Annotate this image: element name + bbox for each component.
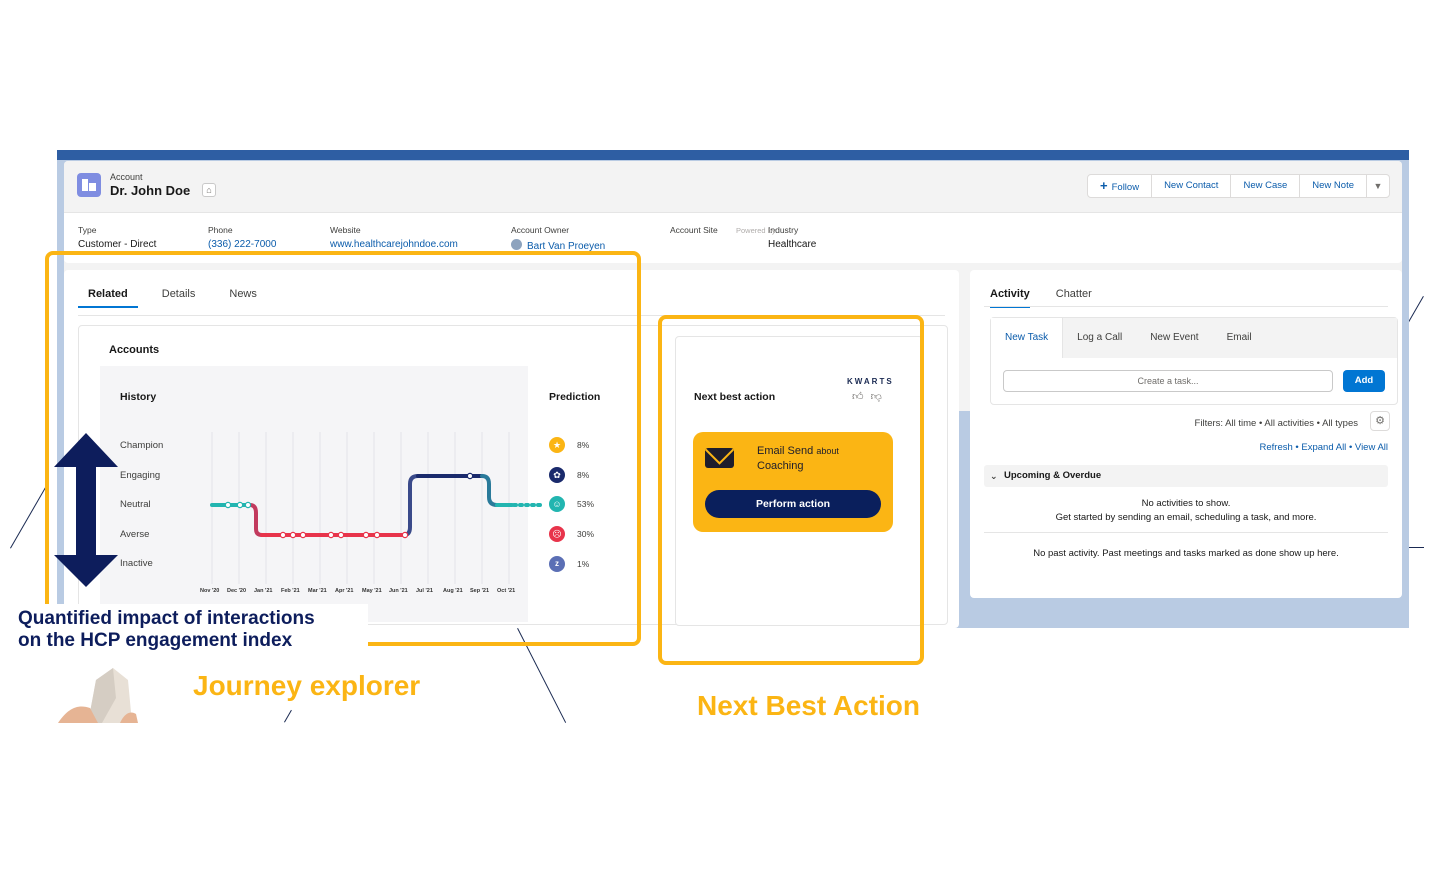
slide: Account Dr. John Doe ⌂ + Follow New Conta… bbox=[0, 0, 1432, 893]
next-best-action-label: Next Best Action bbox=[697, 690, 921, 721]
crystal-hand-image bbox=[58, 668, 138, 723]
quantified-impact-callout: Quantified impact of interactions on the… bbox=[12, 604, 368, 656]
journey-explorer-highlight bbox=[45, 251, 641, 646]
callout-line-1: Quantified impact of interactions bbox=[18, 608, 315, 629]
engagement-double-arrow-icon bbox=[54, 433, 118, 587]
callout-line-2: on the HCP engagement index bbox=[18, 630, 293, 651]
nba-highlight bbox=[658, 315, 924, 665]
powered-by-label: Powered by bbox=[736, 226, 776, 235]
journey-explorer-label: Journey explorer bbox=[193, 670, 421, 701]
